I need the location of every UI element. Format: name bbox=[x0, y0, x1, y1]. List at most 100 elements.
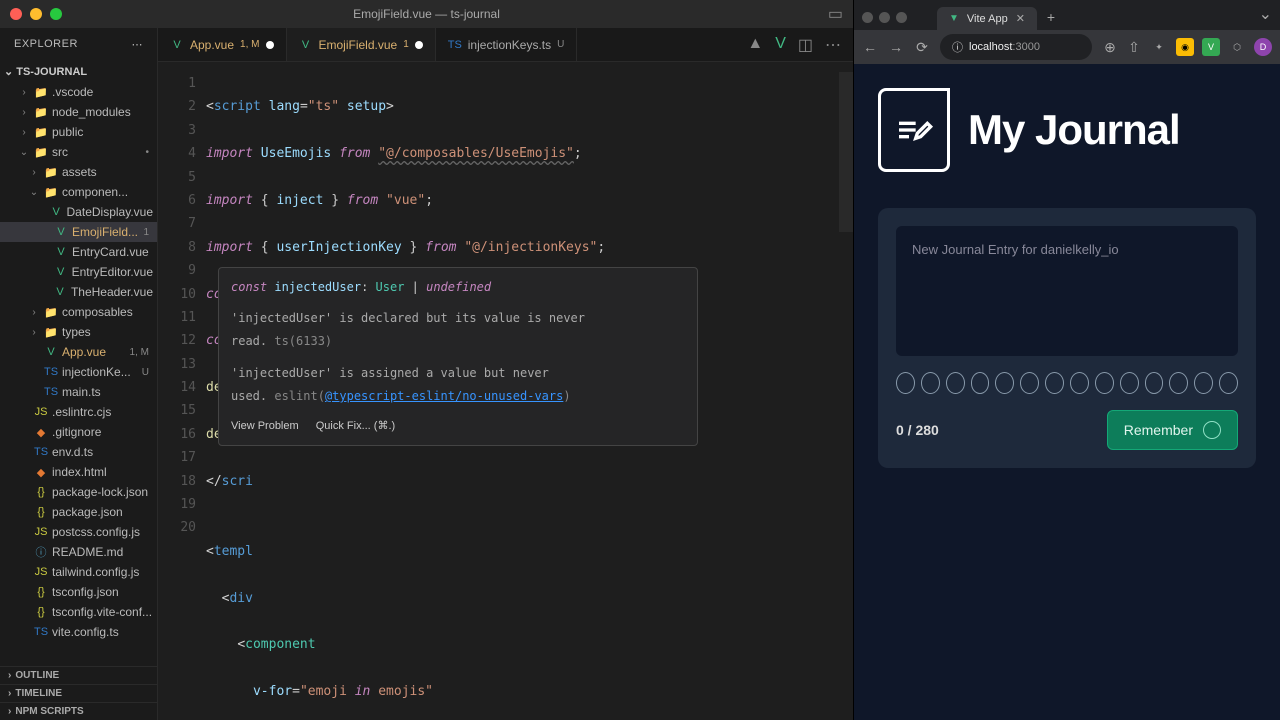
back-icon[interactable]: ← bbox=[862, 39, 878, 55]
json-icon: {} bbox=[34, 486, 48, 498]
code-editor[interactable]: 1234567891011121314151617181920 <script … bbox=[158, 62, 853, 720]
tree-item[interactable]: ◆index.html bbox=[0, 462, 157, 482]
ext-3[interactable]: ⬡ bbox=[1228, 38, 1246, 56]
browser-pane: ▼ Vite App ✕ + ⌄ ← → ⟳ ⓘ localhost:3000 … bbox=[853, 0, 1280, 720]
minimize-window[interactable] bbox=[30, 8, 42, 20]
tree-item[interactable]: {}tsconfig.json bbox=[0, 582, 157, 602]
editor-tab[interactable]: TSinjectionKeys.tsU bbox=[436, 28, 578, 61]
vite-icon[interactable]: ▲ bbox=[747, 35, 763, 55]
char-count: 0 / 280 bbox=[896, 422, 939, 438]
vue-icon: V bbox=[50, 206, 63, 218]
tree-item[interactable]: ›📁node_modules bbox=[0, 102, 157, 122]
tree-item[interactable]: ›📁types bbox=[0, 322, 157, 342]
extensions-icon[interactable]: ✦ bbox=[1150, 38, 1168, 56]
project-header[interactable]: ⌄TS-JOURNAL bbox=[0, 61, 157, 82]
vue-icon[interactable]: V bbox=[775, 35, 786, 55]
panel-outline[interactable]: › OUTLINE bbox=[0, 666, 157, 684]
tree-item[interactable]: JS.eslintrc.cjs bbox=[0, 402, 157, 422]
tree-item[interactable]: ›📁composables bbox=[0, 302, 157, 322]
tree-item[interactable]: JStailwind.config.js bbox=[0, 562, 157, 582]
tab-close-icon[interactable]: ✕ bbox=[1016, 12, 1025, 25]
split-icon[interactable]: ◫ bbox=[798, 35, 813, 55]
panel-npm scripts[interactable]: › NPM SCRIPTS bbox=[0, 702, 157, 720]
vue-icon: V bbox=[53, 286, 67, 298]
tree-item[interactable]: JSpostcss.config.js bbox=[0, 522, 157, 542]
view-problem-link[interactable]: View Problem bbox=[231, 420, 299, 432]
browser-minimize[interactable] bbox=[879, 12, 890, 23]
titlebar: EmojiField.vue — ts-journal ▭ bbox=[0, 0, 853, 28]
journal-logo-icon bbox=[878, 88, 950, 172]
share-icon[interactable]: ⇧ bbox=[1126, 39, 1142, 56]
ext-vue[interactable]: V bbox=[1202, 38, 1220, 56]
browser-maximize[interactable] bbox=[896, 12, 907, 23]
page-content: My Journal New Journal Entry for danielk… bbox=[854, 64, 1280, 720]
emoji-option[interactable] bbox=[946, 372, 965, 394]
tree-item[interactable]: ›📁assets bbox=[0, 162, 157, 182]
more-icon[interactable]: ⋯ bbox=[825, 35, 841, 55]
address-bar[interactable]: ⓘ localhost:3000 bbox=[940, 34, 1092, 60]
tree-item[interactable]: VDateDisplay.vue bbox=[0, 202, 157, 222]
tree-item[interactable]: VEmojiField...1 bbox=[0, 222, 157, 242]
entry-textarea[interactable]: New Journal Entry for danielkelly_io bbox=[896, 226, 1238, 356]
emoji-option[interactable] bbox=[1020, 372, 1039, 394]
emoji-option[interactable] bbox=[1070, 372, 1089, 394]
tree-item[interactable]: {}package.json bbox=[0, 502, 157, 522]
tree-item[interactable]: VApp.vue1, M bbox=[0, 342, 157, 362]
emoji-option[interactable] bbox=[1095, 372, 1114, 394]
close-window[interactable] bbox=[10, 8, 22, 20]
tree-item[interactable]: ⓘREADME.md bbox=[0, 542, 157, 562]
tree-item[interactable]: ›📁public bbox=[0, 122, 157, 142]
tree-item[interactable]: TSvite.config.ts bbox=[0, 622, 157, 642]
orange-icon: ◆ bbox=[34, 426, 48, 439]
tree-item[interactable]: ⌄📁src• bbox=[0, 142, 157, 162]
tree-item[interactable]: {}tsconfig.vite-conf... bbox=[0, 602, 157, 622]
reload-icon[interactable]: ⟳ bbox=[914, 39, 930, 56]
tree-item[interactable]: TSenv.d.ts bbox=[0, 442, 157, 462]
panel-timeline[interactable]: › TIMELINE bbox=[0, 684, 157, 702]
forward-icon[interactable]: → bbox=[888, 39, 904, 55]
emoji-option[interactable] bbox=[1120, 372, 1139, 394]
remember-button[interactable]: Remember bbox=[1107, 410, 1238, 450]
tree-item[interactable]: ◆.gitignore bbox=[0, 422, 157, 442]
ext-1[interactable]: ◉ bbox=[1176, 38, 1194, 56]
emoji-option[interactable] bbox=[1169, 372, 1188, 394]
editor-tab[interactable]: VApp.vue1, M bbox=[158, 28, 287, 61]
line-gutter: 1234567891011121314151617181920 bbox=[158, 62, 206, 720]
emoji-option[interactable] bbox=[896, 372, 915, 394]
emoji-option[interactable] bbox=[995, 372, 1014, 394]
emoji-option[interactable] bbox=[1045, 372, 1064, 394]
vue-icon: V bbox=[54, 246, 68, 258]
browser-close[interactable] bbox=[862, 12, 873, 23]
tree-item[interactable]: TSinjectionKe...U bbox=[0, 362, 157, 382]
tree-item[interactable]: ⌄📁componen... bbox=[0, 182, 157, 202]
md-icon: ⓘ bbox=[34, 544, 48, 560]
tree-item[interactable]: {}package-lock.json bbox=[0, 482, 157, 502]
emoji-picker bbox=[896, 372, 1238, 394]
layout-icon[interactable]: ▭ bbox=[828, 4, 843, 24]
minimap[interactable] bbox=[839, 62, 853, 720]
new-tab-button[interactable]: + bbox=[1047, 9, 1055, 25]
editor-tab[interactable]: VEmojiField.vue1 bbox=[287, 28, 436, 61]
tab-dropdown-icon[interactable]: ⌄ bbox=[1259, 4, 1272, 24]
site-info-icon[interactable]: ⓘ bbox=[952, 39, 963, 55]
emoji-option[interactable] bbox=[1219, 372, 1238, 394]
profile-avatar[interactable]: D bbox=[1254, 38, 1272, 56]
entry-card: New Journal Entry for danielkelly_io 0 /… bbox=[878, 208, 1256, 468]
more-icon[interactable]: ⋯ bbox=[132, 38, 144, 51]
zoom-icon[interactable]: ⊕ bbox=[1102, 39, 1118, 56]
ts-icon: TS bbox=[44, 366, 58, 378]
tree-item[interactable]: VTheHeader.vue bbox=[0, 282, 157, 302]
emoji-option[interactable] bbox=[921, 372, 940, 394]
tree-item[interactable]: TSmain.ts bbox=[0, 382, 157, 402]
vue-icon: V bbox=[44, 346, 58, 358]
tree-item[interactable]: VEntryEditor.vue bbox=[0, 262, 157, 282]
tree-item[interactable]: VEntryCard.vue bbox=[0, 242, 157, 262]
tree-item[interactable]: ›📁.vscode bbox=[0, 82, 157, 102]
emoji-option[interactable] bbox=[1145, 372, 1164, 394]
emoji-option[interactable] bbox=[1194, 372, 1213, 394]
browser-tab[interactable]: ▼ Vite App ✕ bbox=[937, 7, 1037, 30]
quick-fix-link[interactable]: Quick Fix... (⌘.) bbox=[316, 420, 395, 432]
ide-body: EXPLORER ⋯ ⌄TS-JOURNAL ›📁.vscode›📁node_m… bbox=[0, 28, 853, 720]
emoji-option[interactable] bbox=[971, 372, 990, 394]
maximize-window[interactable] bbox=[50, 8, 62, 20]
